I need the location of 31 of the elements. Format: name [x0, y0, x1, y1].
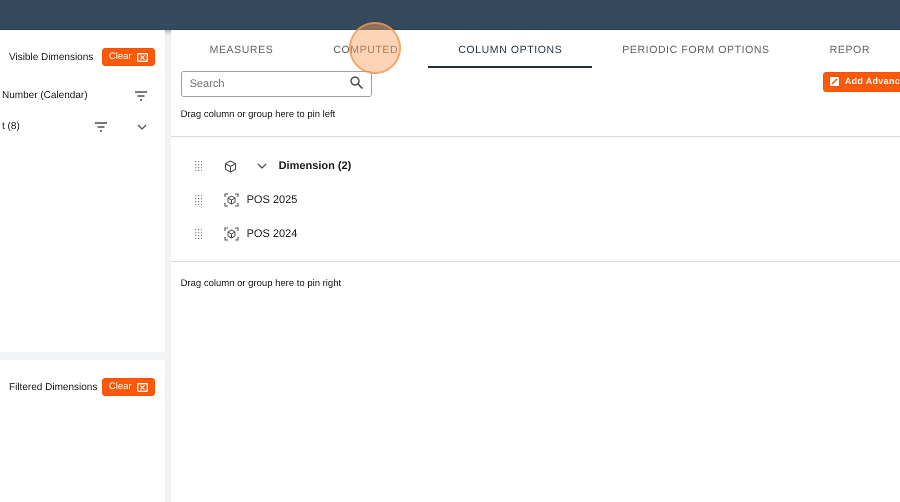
clear-icon: [136, 52, 148, 62]
tab[interactable]: PERIODIC FORM OPTIONS: [592, 30, 800, 68]
search-icon[interactable]: [350, 76, 363, 89]
cube-icon: [224, 160, 237, 173]
filter-icon[interactable]: [134, 90, 147, 100]
tab[interactable]: MEASURES: [180, 30, 304, 68]
drag-handle-icon[interactable]: [194, 195, 202, 206]
clear-icon: [136, 382, 148, 392]
search-field[interactable]: Search: [180, 71, 372, 97]
filter-icon[interactable]: [94, 122, 107, 132]
drag-handle-icon[interactable]: [194, 229, 202, 240]
chevron-down-icon[interactable]: [256, 163, 267, 170]
edit-icon: [830, 77, 839, 86]
group-label: Dimension (2): [278, 159, 352, 174]
panel-title: Filtered Dimensions: [9, 380, 98, 394]
column-label: POS 2025: [246, 193, 298, 208]
drag-handle-icon[interactable]: [194, 161, 202, 172]
focus-cube-icon: [224, 227, 239, 242]
panel-title: Visible Dimensions: [9, 50, 94, 64]
pin-left-text: Drag column or group here to pin left: [180, 108, 336, 122]
clear-button[interactable]: Clear: [102, 378, 155, 396]
clear-button[interactable]: Clear: [102, 48, 155, 66]
focus-cube-icon: [224, 193, 239, 208]
dimension-label: Number (Calendar): [2, 89, 89, 103]
tab[interactable]: REPOR: [800, 30, 900, 68]
chevron-down-icon[interactable]: [136, 124, 147, 130]
tab[interactable]: COLUMN OPTIONS: [428, 30, 592, 68]
add-advanced-button[interactable]: Add Advanc: [822, 72, 900, 92]
pin-right-text: Drag column or group here to pin right: [180, 277, 342, 292]
dimension-label: t (8): [2, 120, 21, 134]
column-label: POS 2024: [246, 227, 298, 242]
